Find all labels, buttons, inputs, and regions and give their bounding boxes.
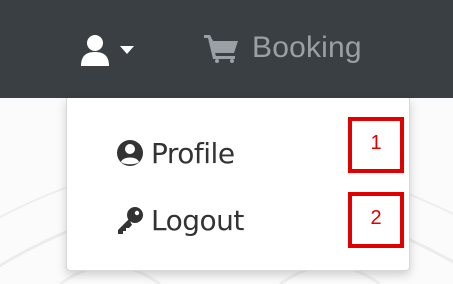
booking-link[interactable]: Booking [204, 28, 362, 68]
user-icon [81, 35, 109, 66]
key-icon [118, 207, 143, 234]
caret-down-icon [120, 46, 134, 54]
top-navbar: Booking [0, 0, 453, 98]
user-circle-icon [117, 140, 143, 166]
annotation-marker-1: 1 [348, 117, 404, 173]
shopping-cart-icon [204, 35, 238, 63]
user-menu-toggle[interactable] [80, 30, 150, 70]
profile-menu-item[interactable]: Profile [115, 133, 235, 173]
logout-label: Logout [151, 203, 244, 237]
profile-label: Profile [151, 136, 235, 170]
logout-menu-item[interactable]: Logout [115, 200, 244, 240]
annotation-marker-2: 2 [348, 192, 404, 248]
booking-label: Booking [252, 31, 362, 64]
